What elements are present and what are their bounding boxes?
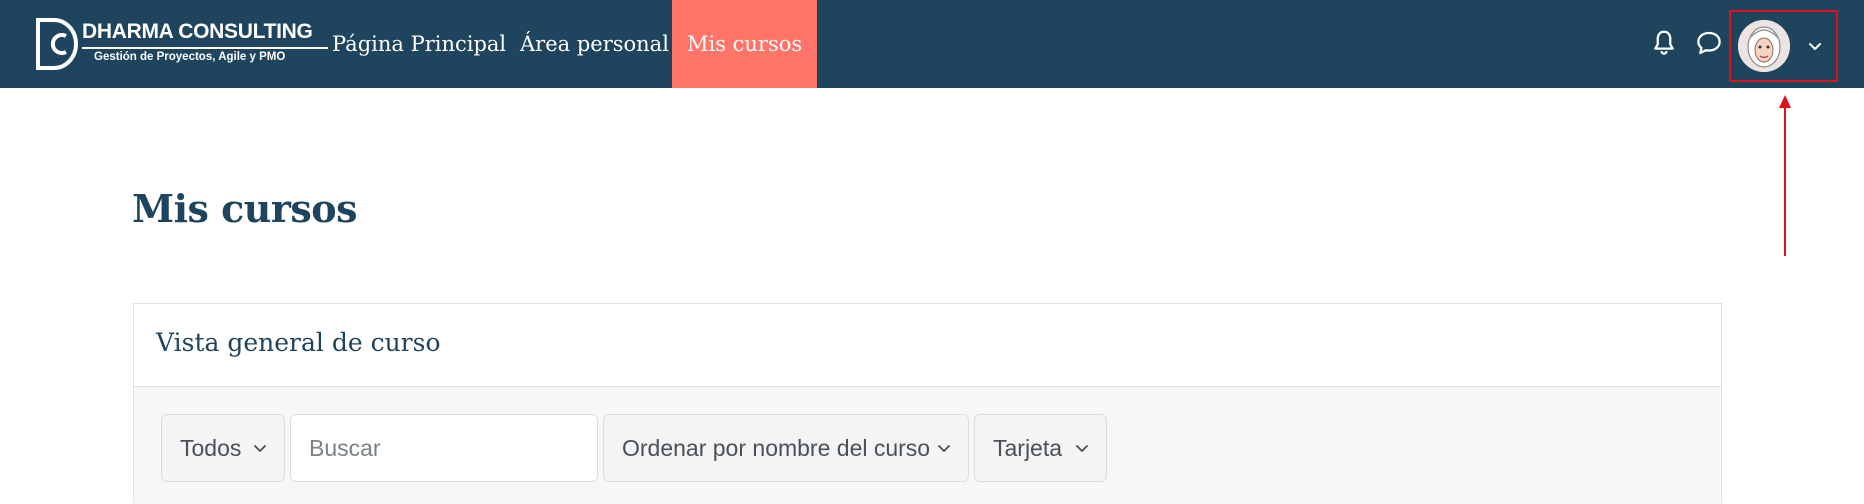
sort-dropdown[interactable]: Ordenar por nombre del curso [603, 414, 969, 482]
course-overview-header: Vista general de curso [134, 304, 1721, 387]
top-navbar: DHARMA CONSULTING Gestión de Proyectos, … [0, 0, 1864, 88]
sort-label: Ordenar por nombre del curso [622, 435, 931, 461]
chevron-down-icon [1076, 445, 1088, 452]
grouping-filter-dropdown[interactable]: Todos [161, 414, 285, 482]
course-search-input[interactable] [291, 415, 597, 481]
user-menu-toggle[interactable] [1729, 10, 1838, 82]
notifications-button[interactable] [1649, 28, 1679, 58]
nav-area-personal[interactable]: Área personal [520, 0, 669, 88]
bell-icon [1654, 30, 1674, 55]
messages-button[interactable] [1694, 28, 1724, 58]
brand-logo[interactable]: DHARMA CONSULTING Gestión de Proyectos, … [36, 16, 328, 72]
course-overview-title: Vista general de curso [156, 328, 441, 357]
annotation-arrow [1779, 95, 1791, 256]
user-avatar [1738, 20, 1790, 72]
view-mode-dropdown[interactable]: Tarjeta [974, 414, 1107, 482]
page-title: Mis cursos [132, 186, 358, 231]
nav-pagina-principal[interactable]: Página Principal [332, 0, 506, 88]
nav-mis-cursos[interactable]: Mis cursos [672, 0, 818, 88]
user-avatar-image [1738, 20, 1790, 72]
dc-logo-icon [36, 18, 78, 70]
grouping-filter-label: Todos [180, 435, 242, 461]
chevron-down-icon [254, 445, 266, 452]
brand-divider [82, 47, 328, 49]
course-search-field[interactable] [290, 414, 598, 482]
chevron-down-icon [938, 445, 950, 452]
view-mode-label: Tarjeta [993, 435, 1063, 461]
chat-bubble-icon [1697, 31, 1721, 55]
chevron-down-icon [1809, 43, 1821, 50]
brand-subtitle: Gestión de Proyectos, Agile y PMO [94, 51, 286, 63]
brand-title: DHARMA CONSULTING [82, 20, 313, 43]
course-overview-card: Vista general de curso Todos Ordenar por… [133, 303, 1722, 504]
